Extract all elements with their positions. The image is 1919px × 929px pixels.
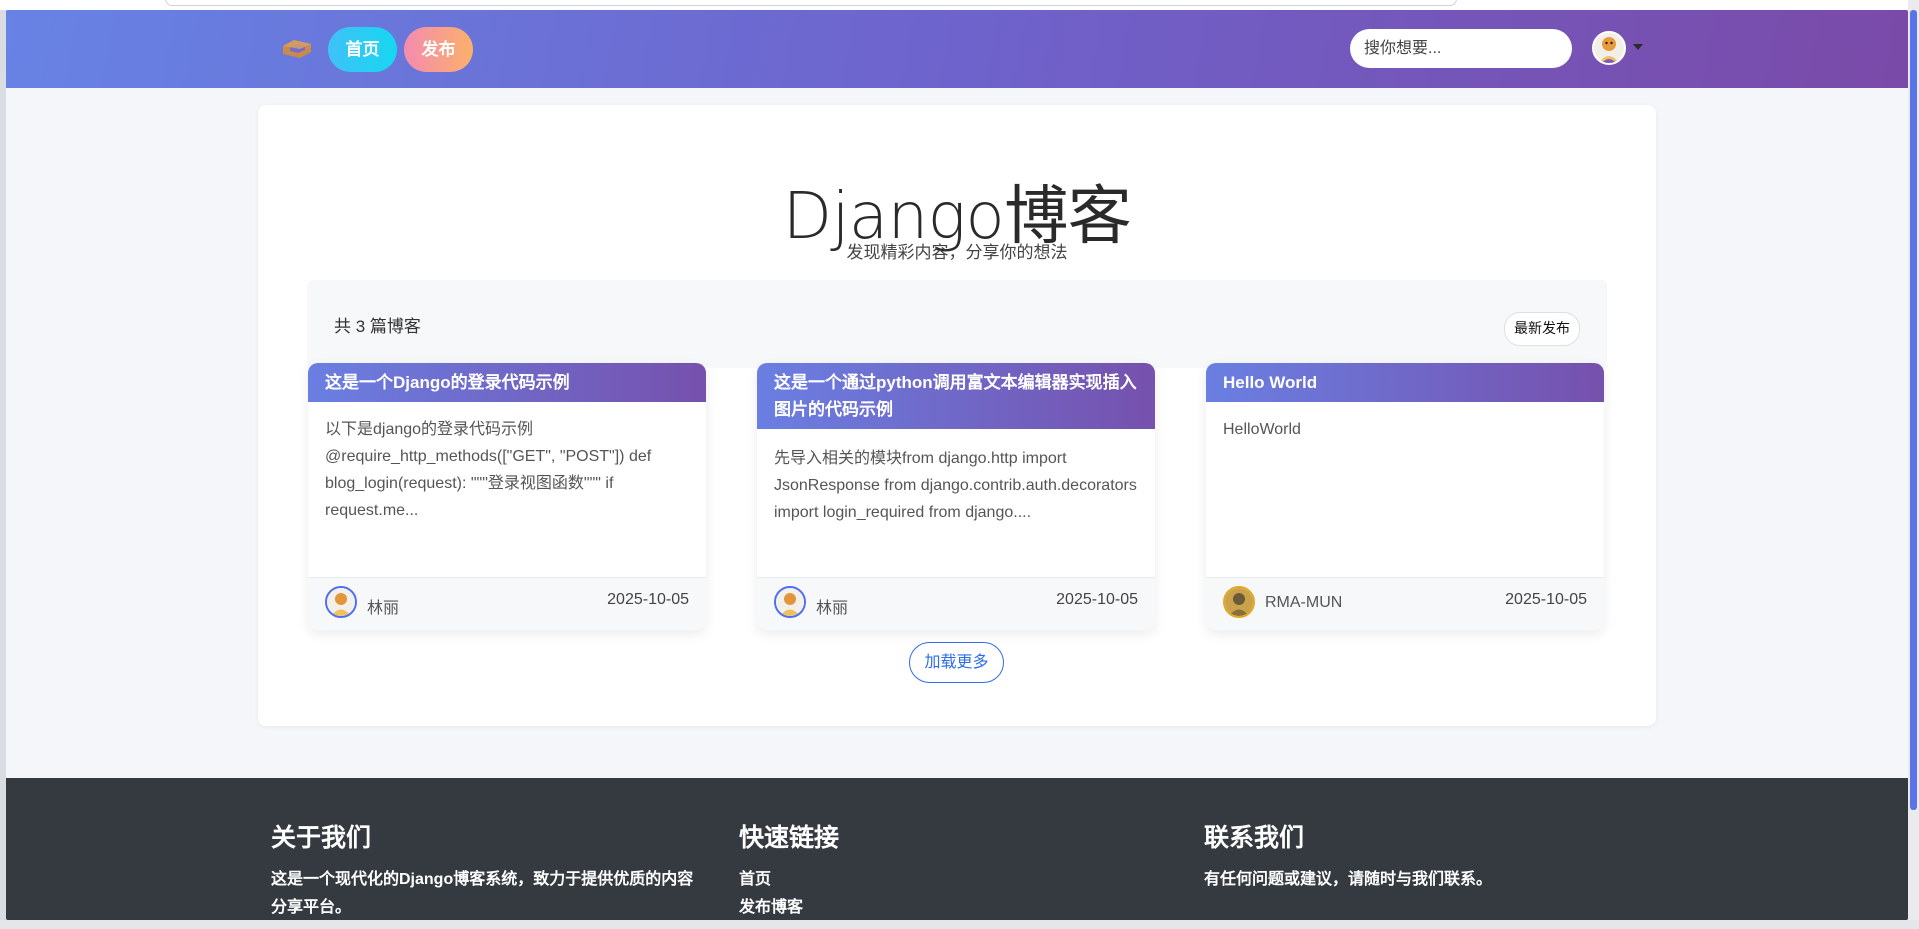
browser-bottom-strip bbox=[0, 920, 1919, 929]
browser-top-strip bbox=[0, 0, 1919, 10]
load-more-button[interactable]: 加载更多 bbox=[909, 642, 1004, 683]
post-excerpt: 以下是django的登录代码示例 @require_http_methods([… bbox=[325, 421, 652, 519]
footer-contact-title: 联系我们 bbox=[1204, 824, 1305, 852]
post-date: 2025-10-05 bbox=[607, 591, 689, 608]
post-count: 共 3 篇博客 bbox=[334, 317, 421, 336]
footer-about-title: 关于我们 bbox=[271, 824, 372, 852]
footer-links-title: 快速链接 bbox=[739, 824, 840, 852]
footer-about-text: 这是一个现代化的Django博客系统，致力于提供优质的内容分享平台。 bbox=[271, 871, 694, 916]
post-title[interactable]: 这是一个Django的登录代码示例 bbox=[308, 363, 706, 402]
nav-home-button[interactable]: 首页 bbox=[328, 27, 397, 72]
footer-contact-text: 有任何问题或建议，请随时与我们联系。 bbox=[1204, 871, 1493, 888]
footer-links: 快速链接 首页 发布博客 bbox=[739, 818, 839, 920]
post-excerpt: 先导入相关的模块from django.http import JsonResp… bbox=[774, 450, 1137, 521]
scrollbar-thumb[interactable] bbox=[1910, 10, 1917, 810]
browser-address-pill bbox=[165, 0, 1457, 6]
post-footer: 林丽 2025-10-05 bbox=[757, 577, 1155, 630]
post-card[interactable]: 这是一个通过python调用富文本编辑器实现插入图片的代码示例 先导入相关的模块… bbox=[757, 363, 1155, 630]
footer-link-home[interactable]: 首页 bbox=[739, 866, 839, 894]
author-avatar-icon bbox=[1223, 586, 1255, 618]
post-excerpt: HelloWorld bbox=[1223, 421, 1301, 438]
sort-latest-button[interactable]: 最新发布 bbox=[1504, 312, 1580, 346]
search-input[interactable] bbox=[1350, 29, 1572, 68]
footer-about: 关于我们 这是一个现代化的Django博客系统，致力于提供优质的内容分享平台。 bbox=[271, 818, 701, 920]
post-author: 林丽 bbox=[816, 600, 849, 617]
footer-link-publish[interactable]: 发布博客 bbox=[739, 894, 839, 920]
page-subtitle: 发现精彩内容，分享你的想法 bbox=[846, 243, 1068, 262]
cube-logo-icon[interactable] bbox=[280, 37, 314, 61]
page-scrollbar[interactable] bbox=[1908, 0, 1919, 929]
author-avatar-icon bbox=[774, 586, 806, 618]
post-footer: 林丽 2025-10-05 bbox=[308, 577, 706, 630]
navbar: 首页 发布 bbox=[6, 10, 1908, 88]
footer-contact: 联系我们 有任何问题或建议，请随时与我们联系。 bbox=[1204, 818, 1634, 894]
post-title[interactable]: 这是一个通过python调用富文本编辑器实现插入图片的代码示例 bbox=[757, 363, 1155, 429]
caret-down-icon[interactable] bbox=[1633, 44, 1643, 50]
post-author: RMA-MUN bbox=[1265, 594, 1343, 611]
author-avatar-icon bbox=[325, 586, 357, 618]
post-card-list: 这是一个Django的登录代码示例 以下是django的登录代码示例 @requ… bbox=[308, 363, 1608, 633]
post-card[interactable]: Hello World HelloWorld RMA-MUN 2025-10-0… bbox=[1206, 363, 1604, 630]
page-viewport: 首页 发布 Django博客 发现精彩内容，分享你的想法 共 3 篇博客 最新发… bbox=[6, 10, 1908, 920]
nav-publish-button[interactable]: 发布 bbox=[404, 27, 473, 72]
post-card[interactable]: 这是一个Django的登录代码示例 以下是django的登录代码示例 @requ… bbox=[308, 363, 706, 630]
list-toolbar: 共 3 篇博客 最新发布 bbox=[307, 280, 1607, 368]
user-avatar-icon[interactable] bbox=[1592, 31, 1626, 65]
post-title[interactable]: Hello World bbox=[1206, 363, 1604, 402]
post-author: 林丽 bbox=[367, 600, 400, 617]
post-footer: RMA-MUN 2025-10-05 bbox=[1206, 577, 1604, 630]
post-date: 2025-10-05 bbox=[1056, 591, 1138, 608]
main-content-card: Django博客 发现精彩内容，分享你的想法 共 3 篇博客 最新发布 这是一个… bbox=[258, 105, 1656, 726]
post-date: 2025-10-05 bbox=[1505, 591, 1587, 608]
site-footer: 关于我们 这是一个现代化的Django博客系统，致力于提供优质的内容分享平台。 … bbox=[6, 778, 1908, 920]
